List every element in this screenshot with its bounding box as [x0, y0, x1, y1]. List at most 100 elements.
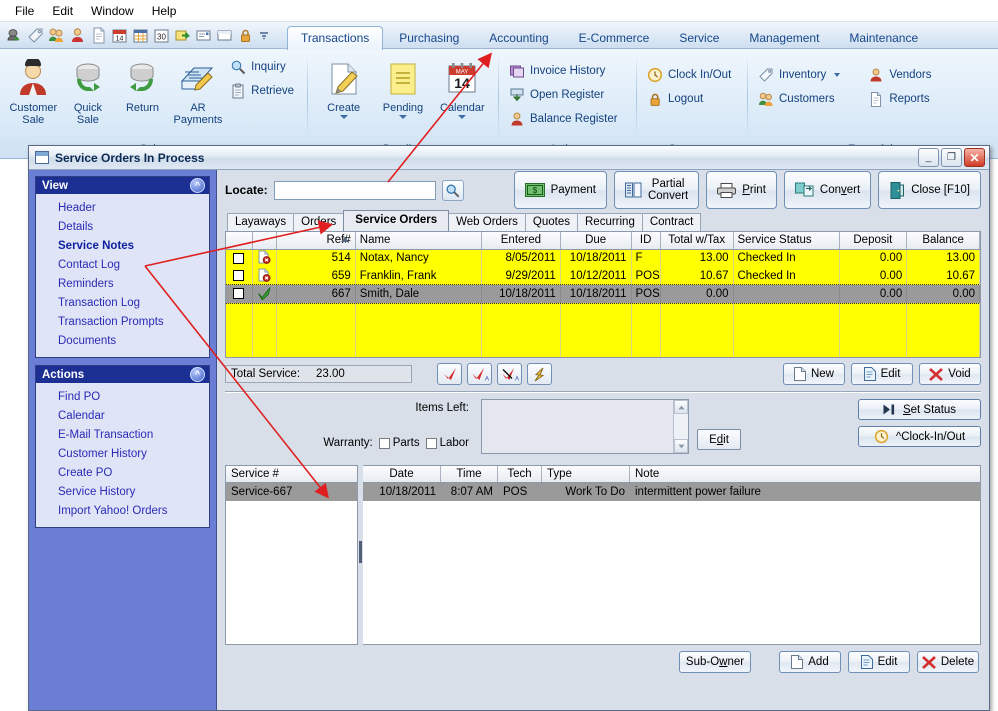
check-button[interactable]	[437, 363, 462, 385]
col-entered[interactable]: Entered	[481, 232, 561, 250]
notes-col-tech[interactable]: Tech	[498, 466, 542, 482]
items-left-edit-button[interactable]: Edit	[697, 429, 741, 450]
items-left-textarea[interactable]	[481, 399, 689, 454]
close-f10-button[interactable]: Close [F10]	[878, 171, 981, 209]
row-checkbox-cell[interactable]	[226, 285, 253, 303]
menu-item-file[interactable]: File	[6, 2, 43, 20]
void-button[interactable]: Void	[919, 363, 981, 385]
note-edit-button[interactable]: Edit	[848, 651, 910, 673]
spreadsheet-icon[interactable]	[132, 27, 149, 44]
chevron-down-icon[interactable]	[398, 115, 407, 119]
partial-convert-button[interactable]: Partial Convert	[613, 171, 700, 209]
tab-web-orders[interactable]: Web Orders	[448, 213, 526, 231]
notes-col-type[interactable]: Type	[542, 466, 630, 482]
sidebar-item-documents[interactable]: Documents	[36, 332, 209, 351]
table-row[interactable]: 514 Notax, Nancy 8/05/2011 10/18/2011 F …	[226, 249, 980, 267]
sidebar-item-create-po[interactable]: Create PO	[36, 464, 209, 483]
retrieve-button[interactable]: Retrieve	[226, 80, 301, 102]
clock-in-out-button[interactable]: Clock In/Out	[643, 64, 738, 86]
service-number-list[interactable]: Service # Service-667	[225, 465, 358, 645]
clock-in-out-toggle-button[interactable]: ^Clock-In/Out	[858, 426, 981, 447]
uncheck-all-button[interactable]: A	[497, 363, 522, 385]
table-row-empty[interactable]	[226, 303, 980, 321]
ribbon-tab-maintenance[interactable]: Maintenance	[835, 26, 932, 50]
warranty-labor-checkbox[interactable]: Labor	[425, 437, 469, 449]
new-button[interactable]: New	[783, 363, 845, 385]
col-total-w-tax[interactable]: Total w/Tax	[660, 232, 734, 250]
chevron-up-icon[interactable]: ^	[190, 367, 205, 382]
close-button[interactable]: ✕	[964, 148, 985, 167]
sidebar-item-details[interactable]: Details	[36, 218, 209, 237]
return-button[interactable]: Return	[115, 54, 170, 119]
ribbon-tab-service[interactable]: Service	[665, 26, 733, 50]
ribbon-tab-management[interactable]: Management	[735, 26, 833, 50]
tag-icon[interactable]	[27, 27, 44, 44]
check-all-button[interactable]: A	[467, 363, 492, 385]
sidebar-item-service-history[interactable]: Service History	[36, 483, 209, 502]
sub-owner-button[interactable]: Sub-Owner	[679, 651, 751, 673]
sidebar-item-customer-history[interactable]: Customer History	[36, 445, 209, 464]
customers-button[interactable]: Customers	[754, 88, 847, 110]
inventory-button[interactable]: Inventory	[754, 64, 847, 86]
menu-item-help[interactable]: Help	[143, 2, 186, 20]
child-window-titlebar[interactable]: Service Orders In Process _ ❐ ✕	[29, 146, 989, 170]
chevron-up-icon[interactable]: ^	[190, 178, 205, 193]
notes-grid[interactable]: Date Time Tech Type Note 10/18/2011 8:07…	[363, 465, 981, 645]
create-button[interactable]: Create	[314, 54, 373, 124]
minimize-button[interactable]: _	[918, 148, 939, 167]
notes-col-note[interactable]: Note	[630, 466, 980, 482]
chevron-down-icon[interactable]	[834, 73, 841, 77]
ar-payments-button[interactable]: AR Payments	[171, 54, 226, 131]
customer-icon[interactable]	[69, 27, 86, 44]
col-due[interactable]: Due	[560, 232, 632, 250]
locate-input[interactable]	[273, 180, 436, 200]
add-button[interactable]: Add	[779, 651, 841, 673]
sidebar-item-transaction-log[interactable]: Transaction Log	[36, 294, 209, 313]
row-checkbox[interactable]	[233, 270, 245, 282]
set-status-button[interactable]: Set Status	[858, 399, 981, 420]
row-checkbox[interactable]	[233, 252, 245, 264]
col-select[interactable]	[226, 232, 253, 250]
tab-contract[interactable]: Contract	[641, 213, 702, 231]
lock-icon[interactable]	[237, 27, 254, 44]
inquiry-button[interactable]: Inquiry	[226, 56, 301, 78]
notes-col-time[interactable]: Time	[441, 466, 498, 482]
row-checkbox-cell[interactable]	[226, 267, 253, 285]
transfer-icon[interactable]	[174, 27, 191, 44]
tab-service-orders[interactable]: Service Orders	[343, 210, 450, 231]
search-button[interactable]	[441, 179, 464, 201]
dropdown-icon[interactable]	[258, 27, 275, 44]
table-row-empty[interactable]	[226, 321, 980, 357]
edit-button[interactable]: Edit	[851, 363, 913, 385]
calendar-icon[interactable]: 14	[111, 27, 128, 44]
notes-col-date[interactable]: Date	[363, 466, 441, 482]
sidebar-panel-actions-header[interactable]: Actions ^	[36, 366, 209, 383]
col-ref[interactable]: Ref#	[276, 232, 356, 250]
table-row[interactable]: 659 Franklin, Frank 9/29/2011 10/12/2011…	[226, 267, 980, 285]
col-balance[interactable]: Balance	[906, 232, 980, 250]
sidebar-item-reminders[interactable]: Reminders	[36, 275, 209, 294]
maximize-button[interactable]: ❐	[941, 148, 962, 167]
convert-button[interactable]: Convert	[783, 171, 872, 209]
sidebar-item-email-transaction[interactable]: E-Mail Transaction	[36, 426, 209, 445]
sidebar-item-service-notes[interactable]: Service Notes	[36, 237, 209, 256]
chevron-down-icon[interactable]	[458, 115, 467, 119]
scroll-down-icon[interactable]	[674, 439, 688, 453]
chevron-down-icon[interactable]	[339, 115, 348, 119]
customer-card-icon[interactable]	[6, 27, 23, 44]
sidebar-item-transaction-prompts[interactable]: Transaction Prompts	[36, 313, 209, 332]
sidebar-panel-view-header[interactable]: View ^	[36, 177, 209, 194]
col-status-icon[interactable]	[252, 232, 277, 250]
list-item[interactable]: Service-667	[226, 483, 357, 501]
sidebar-item-header[interactable]: Header	[36, 199, 209, 218]
balance-register-button[interactable]: Balance Register	[505, 108, 625, 130]
ribbon-tab-purchasing[interactable]: Purchasing	[385, 26, 473, 50]
row-checkbox[interactable]	[233, 288, 245, 300]
day-30-icon[interactable]: 30	[153, 27, 170, 44]
row-checkbox-cell[interactable]	[226, 249, 253, 267]
table-row[interactable]: 667 Smith, Dale 10/18/2011 10/18/2011 PO…	[226, 284, 980, 304]
payment-button[interactable]: $ Payment	[513, 171, 607, 209]
pending-button[interactable]: Pending	[373, 54, 432, 124]
col-id[interactable]: ID	[631, 232, 661, 250]
vendors-button[interactable]: Vendors	[864, 64, 938, 86]
